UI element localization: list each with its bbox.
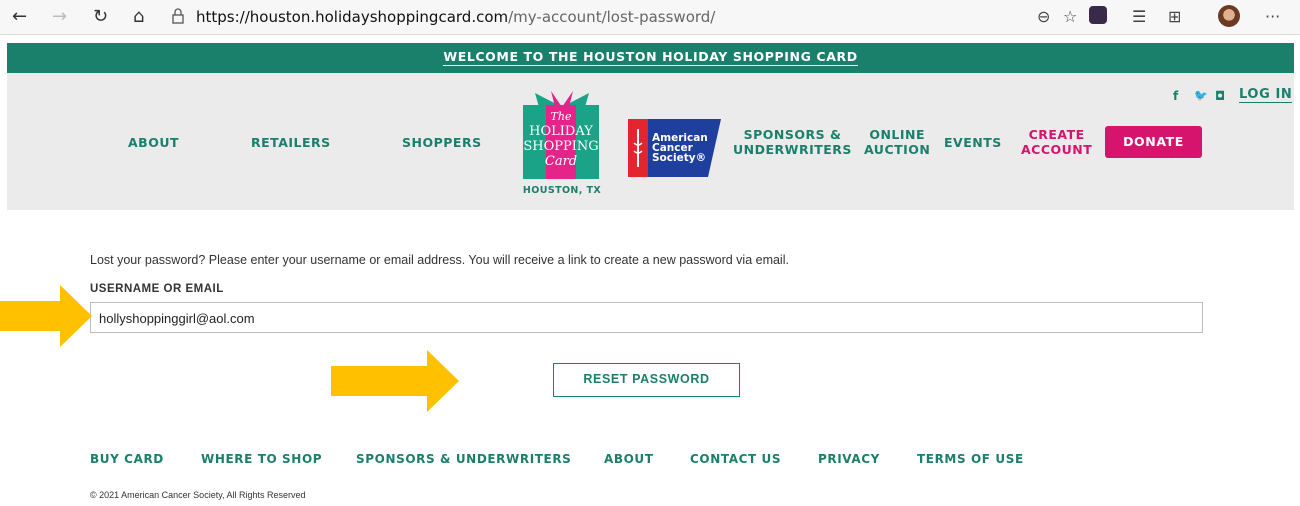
lost-password-instructions: Lost your password? Please enter your us… (90, 253, 789, 267)
favorite-star-icon[interactable]: ☆ (1063, 7, 1077, 26)
nav-events[interactable]: EVENTS (944, 135, 1002, 150)
footer-contact-us[interactable]: CONTACT US (690, 452, 781, 466)
lock-icon (172, 8, 184, 24)
nav-sponsors-underwriters[interactable]: SPONSORS & UNDERWRITERS (733, 127, 852, 157)
footer-about[interactable]: ABOUT (604, 452, 654, 466)
zoom-icon[interactable]: ⊖ (1037, 7, 1050, 26)
logo-line-2: HOLIDAY (529, 124, 593, 139)
logo-line-4: Card (544, 154, 578, 169)
favorites-list-icon[interactable]: ☰ (1132, 7, 1146, 26)
footer-where-to-shop[interactable]: WHERE TO SHOP (201, 452, 322, 466)
footer-sponsors-underwriters[interactable]: SPONSORS & UNDERWRITERS (356, 452, 571, 466)
nav-about[interactable]: ABOUT (128, 135, 179, 150)
footer-privacy[interactable]: PRIVACY (818, 452, 880, 466)
more-icon[interactable]: ··· (1265, 7, 1280, 26)
browser-toolbar: ← → ↻ ⌂ https://houston.holidayshoppingc… (0, 0, 1300, 35)
footer-terms-of-use[interactable]: TERMS OF USE (917, 452, 1024, 466)
reset-password-button[interactable]: RESET PASSWORD (553, 363, 740, 397)
nav-sponsors-line-1: SPONSORS & (743, 127, 842, 142)
twitter-icon[interactable]: 🐦 (1194, 89, 1208, 102)
address-bar[interactable]: https://houston.holidayshoppingcard.com/… (196, 8, 715, 26)
extension-icon[interactable] (1089, 6, 1107, 24)
refresh-icon[interactable]: ↻ (93, 7, 108, 27)
forward-icon[interactable]: → (52, 7, 67, 27)
nav-online-line-1: ONLINE (869, 127, 926, 142)
instagram-icon[interactable]: ◘ (1215, 89, 1225, 103)
copyright-text: © 2021 American Cancer Society, All Righ… (90, 490, 306, 500)
home-icon[interactable]: ⌂ (133, 7, 144, 27)
footer-buy-card[interactable]: BUY CARD (90, 452, 164, 466)
donate-button[interactable]: DONATE (1105, 126, 1202, 158)
logo-line-3: SHOPPING (523, 139, 599, 154)
arrow-icon (0, 285, 92, 347)
welcome-text[interactable]: WELCOME TO THE HOUSTON HOLIDAY SHOPPING … (443, 49, 858, 66)
arrow-icon (331, 350, 459, 412)
logo-text: The HOLIDAY SHOPPING Card (523, 109, 599, 169)
profile-avatar[interactable] (1218, 5, 1240, 27)
welcome-bar: WELCOME TO THE HOUSTON HOLIDAY SHOPPING … (7, 43, 1294, 73)
nav-shoppers[interactable]: SHOPPERS (402, 135, 482, 150)
username-email-input[interactable]: hollyshoppinggirl@aol.com (90, 302, 1203, 333)
nav-online-line-2: AUCTION (864, 142, 931, 157)
nav-retailers[interactable]: RETAILERS (251, 135, 331, 150)
username-email-label: USERNAME OR EMAIL (90, 283, 224, 295)
back-icon[interactable]: ← (12, 7, 27, 27)
logo-city: HOUSTON, TX (522, 185, 602, 196)
acs-logo-text: American Cancer Society® (652, 133, 708, 164)
nav-create-account[interactable]: CREATE ACCOUNT (1021, 127, 1092, 157)
collections-icon[interactable]: ⊞ (1168, 7, 1181, 26)
holiday-shopping-card-logo[interactable]: The HOLIDAY SHOPPING Card HOUSTON, TX (515, 91, 609, 199)
american-cancer-society-logo[interactable]: American Cancer Society® (628, 119, 721, 177)
logo-line-1: The (550, 110, 572, 123)
acs-line-3: Society® (652, 152, 707, 164)
url-path: /my-account/lost-password/ (508, 8, 716, 26)
facebook-icon[interactable]: f (1173, 89, 1178, 103)
nav-online-auction[interactable]: ONLINE AUCTION (864, 127, 930, 157)
url-host: https://houston.holidayshoppingcard.com (196, 8, 509, 26)
site-header: ABOUT RETAILERS SHOPPERS The HOLIDAY SHO… (7, 73, 1294, 210)
nav-sponsors-line-2: UNDERWRITERS (733, 142, 852, 157)
nav-create-line-2: ACCOUNT (1021, 142, 1093, 157)
login-link[interactable]: LOG IN (1239, 87, 1293, 103)
nav-create-line-1: CREATE (1028, 127, 1085, 142)
